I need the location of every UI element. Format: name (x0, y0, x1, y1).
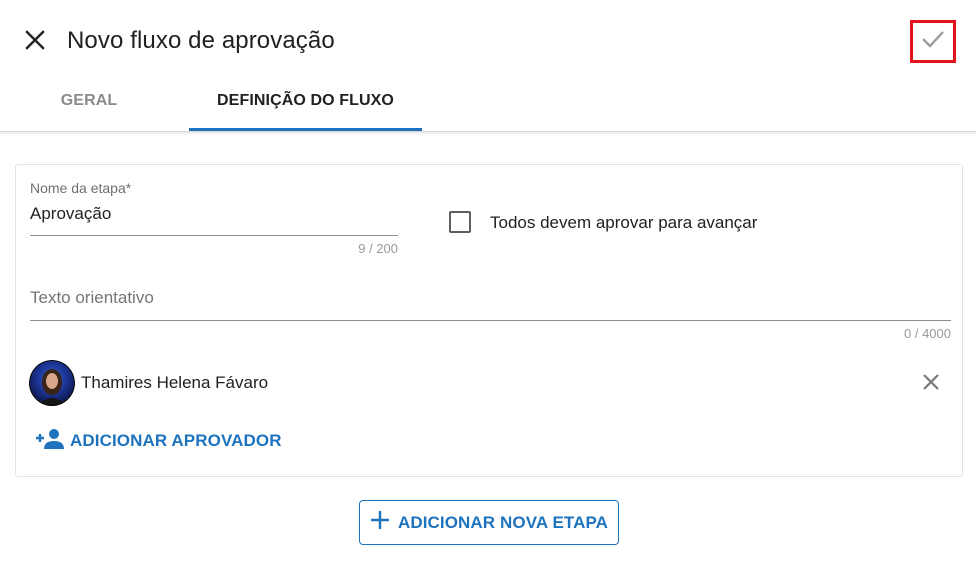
add-stage-button[interactable]: ADICIONAR NOVA ETAPA (359, 500, 619, 545)
tab-definicao-do-fluxo[interactable]: DEFINIÇÃO DO FLUXO (189, 80, 422, 132)
all-must-approve-label[interactable]: Todos devem aprovar para avançar (490, 213, 757, 233)
add-approver-label: ADICIONAR APROVADOR (70, 431, 282, 450)
confirm-button[interactable] (910, 20, 956, 63)
check-icon (921, 29, 945, 54)
stage-name-underline (30, 235, 398, 236)
app-header: Novo fluxo de aprovação GERAL DEFINIÇÃO … (0, 0, 976, 132)
add-approver-button[interactable]: ADICIONAR APROVADOR (35, 427, 282, 455)
guidance-text-underline (30, 320, 951, 321)
stage-name-counter: 9 / 200 (358, 241, 398, 256)
remove-approver-button[interactable] (916, 369, 946, 399)
stage-card: Nome da etapa* Aprovação 9 / 200 Todos d… (15, 164, 963, 477)
close-icon (25, 29, 45, 55)
stage-name-label: Nome da etapa* (30, 180, 132, 196)
active-tab-indicator (189, 128, 422, 131)
add-stage-label: ADICIONAR NOVA ETAPA (397, 512, 609, 532)
avatar (29, 360, 75, 406)
guidance-text-counter: 0 / 4000 (904, 326, 951, 341)
close-button[interactable] (20, 27, 50, 57)
tab-geral[interactable]: GERAL (0, 80, 178, 132)
stage-name-input[interactable]: Aprovação (30, 204, 111, 224)
close-icon (922, 373, 940, 396)
guidance-text-input[interactable]: Texto orientativo (30, 288, 154, 308)
approver-name: Thamires Helena Fávaro (81, 373, 269, 392)
person-add-icon (35, 428, 65, 455)
page-title: Novo fluxo de aprovação (67, 27, 335, 54)
all-must-approve-checkbox[interactable] (449, 211, 471, 233)
plus-icon (370, 510, 390, 535)
